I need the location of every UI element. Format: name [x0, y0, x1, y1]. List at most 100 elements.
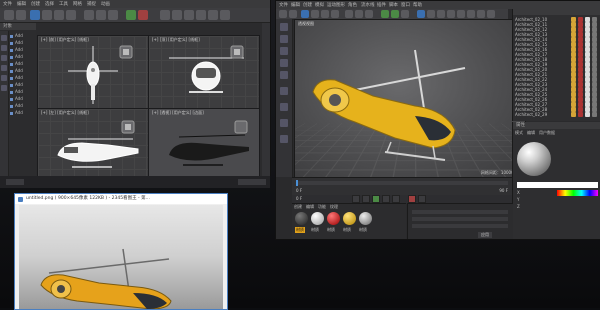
viewport-top[interactable]: [+] [前] [用户定义] [线框] — [37, 35, 149, 109]
list-item[interactable]: Add — [10, 68, 40, 74]
list-item[interactable]: Add — [10, 33, 40, 39]
scale-button[interactable] — [321, 10, 329, 18]
tab-mode[interactable]: 模式 — [515, 130, 523, 136]
percent-snap-button[interactable] — [108, 10, 118, 20]
scale-tool-button[interactable] — [66, 10, 76, 20]
render-frame-button[interactable] — [184, 10, 194, 20]
list-item[interactable]: Add — [10, 82, 40, 88]
material-name[interactable]: 材质 — [311, 227, 319, 233]
viewer-image-canvas[interactable] — [19, 205, 223, 309]
axis-x-button[interactable] — [345, 10, 353, 18]
viewcube-icon[interactable] — [120, 119, 136, 135]
helper-filter-icon[interactable] — [1, 85, 7, 91]
filter-icon[interactable] — [1, 35, 7, 41]
cube-button[interactable] — [417, 10, 425, 18]
rotate-tool-button[interactable] — [54, 10, 64, 20]
render-view-button[interactable] — [381, 10, 389, 18]
move-button[interactable] — [311, 10, 319, 18]
autokey-button[interactable] — [418, 195, 426, 203]
tab-function[interactable]: 功能 — [318, 204, 326, 210]
menu-create[interactable]: 创建 — [31, 1, 40, 7]
helicopter-model[interactable] — [295, 20, 525, 178]
list-item[interactable]: Add — [10, 103, 40, 109]
shape-filter-icon[interactable] — [1, 55, 7, 61]
current-frame-field[interactable]: 0 F — [296, 196, 302, 201]
live-select-button[interactable] — [301, 10, 309, 18]
spline-button[interactable] — [427, 10, 435, 18]
list-item[interactable]: Add — [10, 110, 40, 116]
layer-button[interactable] — [196, 10, 206, 20]
menu-help[interactable]: 帮助 — [413, 2, 422, 8]
list-item[interactable]: Add — [10, 47, 40, 53]
menu-simulate[interactable]: 模拟 — [315, 2, 324, 8]
workplane-icon[interactable] — [280, 119, 288, 127]
timeline-playhead[interactable] — [296, 180, 298, 186]
material-slot-3[interactable] — [327, 212, 340, 225]
coord-row-z[interactable] — [412, 224, 508, 228]
axis-mode-icon[interactable] — [280, 87, 288, 95]
menu-tools[interactable]: 工具 — [59, 1, 68, 7]
schematic-button[interactable] — [220, 10, 230, 20]
menu-snap[interactable]: 捕捉 — [87, 1, 96, 7]
move-tool-button[interactable] — [42, 10, 52, 20]
apply-button[interactable]: 应用 — [478, 232, 492, 238]
menu-edit[interactable]: 编辑 — [17, 1, 26, 7]
color-field-white[interactable] — [517, 182, 598, 188]
list-item[interactable]: Add — [10, 75, 40, 81]
viewport-left[interactable]: [+] [左] [用户定义] [线框] — [37, 108, 149, 176]
goto-start-button[interactable] — [352, 195, 360, 203]
tab-edit[interactable]: 编辑 — [527, 130, 535, 136]
menu-window[interactable]: 窗口 — [401, 2, 410, 8]
array-button[interactable] — [447, 10, 455, 18]
viewer-titlebar[interactable]: untitled.png ( 900×645像素 122KB ) - 2345看… — [15, 194, 227, 204]
color-spectrum[interactable] — [557, 190, 598, 196]
menu-pipeline[interactable]: 流水线 — [361, 2, 375, 8]
environment-button[interactable] — [467, 10, 475, 18]
render-setup-button[interactable] — [126, 10, 136, 20]
snap-button[interactable] — [84, 10, 94, 20]
goto-end-button[interactable] — [392, 195, 400, 203]
next-frame-button[interactable] — [382, 195, 390, 203]
menu-edit[interactable]: 编辑 — [291, 2, 300, 8]
lock-icon[interactable] — [280, 135, 288, 143]
list-item[interactable]: Add — [10, 89, 40, 95]
menu-create[interactable]: 创建 — [303, 2, 312, 8]
undo-button[interactable] — [4, 10, 14, 20]
render-settings-button[interactable] — [401, 10, 409, 18]
list-item[interactable]: Add — [10, 54, 40, 60]
deformer-button[interactable] — [457, 10, 465, 18]
tab-edit[interactable]: 编辑 — [306, 204, 314, 210]
curve-editor-button[interactable] — [208, 10, 218, 20]
viewcube-icon[interactable] — [118, 44, 134, 60]
list-item[interactable]: Add — [10, 96, 40, 102]
list-item[interactable]: Add — [10, 40, 40, 46]
light-filter-icon[interactable] — [1, 65, 7, 71]
status-field[interactable] — [238, 179, 266, 185]
material-slot-1[interactable] — [295, 212, 308, 225]
light-button[interactable] — [487, 10, 495, 18]
polygon-mode-icon[interactable] — [280, 71, 288, 79]
play-button[interactable] — [372, 195, 380, 203]
select-tool-button[interactable] — [30, 10, 40, 20]
edge-mode-icon[interactable] — [280, 59, 288, 67]
status-field[interactable] — [6, 179, 24, 185]
menu-mesh[interactable]: 网格 — [73, 1, 82, 7]
menu-character[interactable]: 角色 — [348, 2, 357, 8]
material-slot-2[interactable] — [311, 212, 324, 225]
viewcube-icon[interactable] — [229, 44, 245, 60]
redo-button[interactable] — [16, 10, 26, 20]
menu-plugins[interactable]: 插件 — [377, 2, 386, 8]
list-item[interactable]: Architect_02_29 — [515, 112, 599, 118]
material-name[interactable]: 材质 — [359, 227, 367, 233]
material-editor-button[interactable] — [172, 10, 182, 20]
material-slot-4[interactable] — [343, 212, 356, 225]
snap-icon[interactable] — [280, 103, 288, 111]
main-perspective-viewport[interactable]: 透视视图 网格间距：10000 cm — [294, 19, 526, 179]
model-mode-icon[interactable] — [280, 23, 288, 31]
axis-z-button[interactable] — [365, 10, 373, 18]
camera-filter-icon[interactable] — [1, 75, 7, 81]
render-picture-viewer-button[interactable] — [391, 10, 399, 18]
teapot-render-button[interactable] — [160, 10, 170, 20]
menu-file[interactable]: 文件 — [279, 2, 288, 8]
viewcube-icon[interactable] — [233, 119, 249, 135]
